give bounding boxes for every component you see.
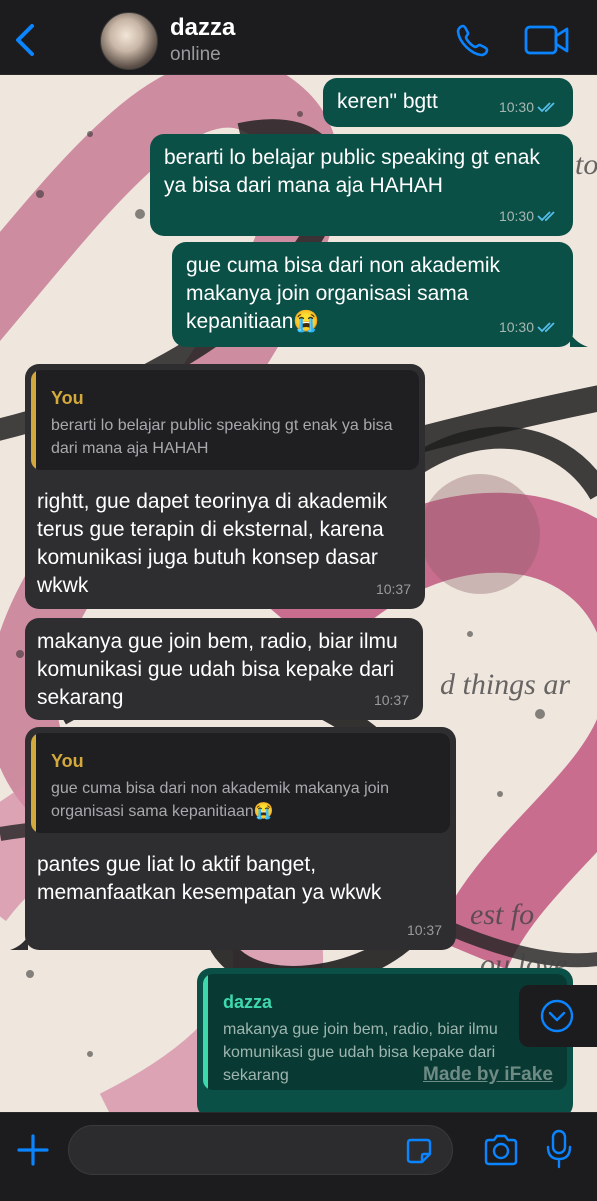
quote-author: dazza	[223, 992, 273, 1012]
quote-text: berarti lo belajar public speaking gt en…	[51, 417, 393, 457]
chevron-down-circle-icon	[540, 999, 574, 1033]
svg-text:d things ar: d things ar	[440, 668, 570, 701]
incoming-message[interactable]: makanya gue join bem, radio, biar ilmu k…	[25, 618, 423, 720]
sticker-icon[interactable]	[405, 1137, 433, 1165]
bubble-tail	[570, 333, 588, 347]
quote-author: You	[51, 388, 84, 408]
quote-author: You	[51, 751, 84, 771]
message-time: 10:37	[375, 581, 411, 597]
message-text: rightt, gue dapet teorinya di akademik t…	[37, 490, 388, 597]
quote-text: gue cuma bisa dari non akademik makanya …	[51, 780, 389, 820]
quote-accent-bar	[203, 974, 208, 1090]
outgoing-message[interactable]: gue cuma bisa dari non akademik makanya …	[172, 242, 573, 347]
svg-text:est fo: est fo	[470, 898, 534, 931]
message-text: keren" bgtt	[337, 90, 438, 113]
plus-attach-icon[interactable]	[16, 1133, 50, 1167]
bubble-tail	[10, 936, 28, 950]
message-text: pantes gue liat lo aktif banget, memanfa…	[37, 853, 382, 904]
video-call-icon[interactable]	[524, 24, 570, 56]
quoted-reply[interactable]: You berarti lo belajar public speaking g…	[31, 370, 419, 470]
quote-accent-bar	[31, 733, 36, 833]
outgoing-message[interactable]: berarti lo belajar public speaking gt en…	[150, 134, 573, 236]
message-meta: 10:37	[374, 686, 409, 714]
watermark: Made by iFake	[423, 1064, 553, 1085]
quote-accent-bar	[31, 370, 36, 470]
message-time: 10:30	[498, 319, 534, 335]
quoted-reply[interactable]: You gue cuma bisa dari non akademik maka…	[31, 733, 450, 833]
message-text: makanya gue join bem, radio, biar ilmu k…	[37, 630, 398, 709]
message-time: 10:37	[406, 922, 442, 938]
microphone-icon[interactable]	[546, 1129, 572, 1169]
chat-area[interactable]: d things ar est fo ou love to keren" bgt…	[0, 74, 597, 1112]
read-ticks-icon	[537, 102, 555, 113]
message-meta: 10:37	[376, 575, 411, 603]
message-meta: 10:30	[499, 202, 559, 230]
chat-header: dazza online	[0, 0, 597, 75]
message-input[interactable]	[68, 1125, 453, 1175]
phone-call-icon[interactable]	[455, 22, 491, 58]
message-time: 10:30	[498, 208, 534, 224]
read-ticks-icon	[537, 211, 555, 222]
svg-text:to: to	[575, 148, 597, 181]
read-ticks-icon	[537, 322, 555, 333]
message-meta: 10:37	[407, 916, 442, 944]
message-time: 10:30	[498, 99, 534, 115]
incoming-message[interactable]: You gue cuma bisa dari non akademik maka…	[25, 727, 456, 950]
back-chevron-icon[interactable]	[10, 22, 40, 58]
outgoing-message[interactable]: keren" bgtt 10:30	[323, 78, 573, 127]
scroll-to-bottom-button[interactable]	[519, 985, 597, 1047]
contact-name[interactable]: dazza	[170, 14, 235, 42]
incoming-message[interactable]: You berarti lo belajar public speaking g…	[25, 364, 425, 609]
contact-avatar[interactable]	[100, 12, 158, 70]
message-text: berarti lo belajar public speaking gt en…	[164, 146, 540, 197]
contact-status: online	[170, 44, 221, 65]
message-time: 10:37	[373, 692, 409, 708]
outgoing-message[interactable]: dazza makanya gue join bem, radio, biar …	[197, 968, 573, 1112]
camera-icon[interactable]	[482, 1133, 520, 1167]
message-meta: 10:30	[499, 93, 559, 121]
composer-bar	[0, 1112, 597, 1201]
message-meta: 10:30	[499, 313, 559, 341]
